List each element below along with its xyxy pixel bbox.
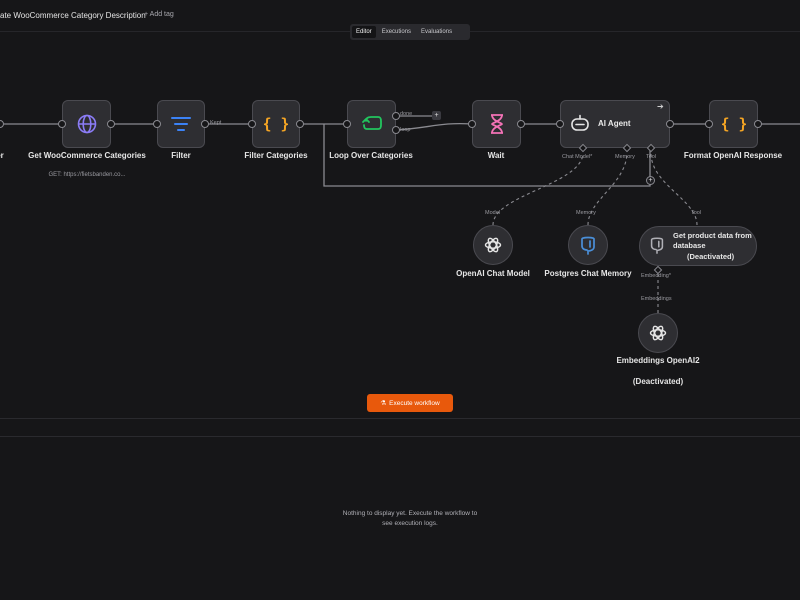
format-response-label: Format OpenAI Response <box>683 151 783 160</box>
loop-label: Loop Over Categories <box>329 151 413 160</box>
trigger-output-port[interactable] <box>0 120 4 128</box>
embeddings-status: (Deactivated) <box>632 377 684 386</box>
openai-icon <box>649 325 667 341</box>
loop-icon <box>361 116 382 130</box>
wait-output-port[interactable] <box>517 120 525 128</box>
tool-conn-label: Tool <box>691 210 702 216</box>
get-categories-node[interactable] <box>62 100 111 148</box>
vector-tool-label: Get product data from database <box>673 231 752 250</box>
chat-model-input-label: Chat Model* <box>562 154 593 160</box>
loop-input-port[interactable] <box>343 120 351 128</box>
ai-agent-label: AI Agent <box>598 119 631 128</box>
flask-icon: ⚗ <box>380 400 387 407</box>
tab-executions[interactable]: Executions <box>378 26 415 38</box>
get-categories-input-port[interactable] <box>58 120 66 128</box>
wait-input-port[interactable] <box>468 120 476 128</box>
chat-memory-label: Postgres Chat Memory <box>544 269 632 278</box>
hourglass-icon <box>490 114 503 134</box>
canvas-divider <box>0 418 800 419</box>
get-categories-subtitle: GET: https://fietsbanden.co... <box>48 172 126 178</box>
add-node-after-done[interactable]: + <box>432 111 441 120</box>
filter-input-port[interactable] <box>153 120 161 128</box>
loop-node[interactable] <box>347 100 396 148</box>
chat-model-node[interactable] <box>473 225 513 265</box>
view-tabs: Editor Executions Evaluations <box>350 24 470 40</box>
ai-agent-output-port[interactable] <box>666 120 674 128</box>
embedding-input-label: Embedding* <box>641 273 671 279</box>
postgres-icon <box>581 236 595 255</box>
ai-agent-input-port[interactable] <box>556 120 564 128</box>
globe-icon <box>77 114 96 134</box>
filter-categories-output-port[interactable] <box>296 120 304 128</box>
logs-empty-message: Nothing to display yet. Execute the work… <box>342 510 478 527</box>
embeddings-conn-label: Embeddings <box>641 296 672 302</box>
memory-input-label: Memory <box>615 154 635 160</box>
execute-workflow-button[interactable]: ⚗ Execute workflow <box>367 394 453 412</box>
add-tag-button[interactable]: + Add tag <box>144 11 174 18</box>
format-response-node[interactable]: { } <box>709 100 758 148</box>
filter-icon <box>171 117 191 131</box>
filter-node[interactable] <box>157 100 205 148</box>
chat-memory-node[interactable] <box>568 225 608 265</box>
filter-categories-node[interactable]: { } <box>252 100 300 148</box>
embeddings-label: Embeddings OpenAI2 <box>616 356 700 365</box>
embeddings-node[interactable] <box>638 313 678 353</box>
wait-node[interactable] <box>472 100 521 148</box>
add-tool-button[interactable]: + <box>646 176 655 185</box>
model-conn-label: Model <box>485 210 500 216</box>
get-categories-output-port[interactable] <box>107 120 115 128</box>
wire-model-agent <box>492 153 584 226</box>
format-response-input-port[interactable] <box>705 120 713 128</box>
loop-done-label: done <box>400 111 413 117</box>
tab-editor[interactable]: Editor <box>352 26 376 38</box>
filter-output-port[interactable] <box>201 120 209 128</box>
code-icon: { } <box>722 115 746 133</box>
memory-conn-label: Memory <box>576 210 596 216</box>
format-response-output-port[interactable] <box>754 120 762 128</box>
wait-label: Wait <box>487 151 505 160</box>
svg-text:{ }: { } <box>264 115 288 133</box>
tab-evaluations[interactable]: Evaluations <box>417 26 456 38</box>
execute-workflow-label: Execute workflow <box>389 399 440 407</box>
robot-icon <box>571 114 589 131</box>
workflow-title[interactable]: ate WooCommerce Category Description <box>0 11 146 20</box>
svg-text:{ }: { } <box>722 115 746 133</box>
openai-icon <box>484 237 502 253</box>
postgres-icon <box>650 237 664 254</box>
filter-kept-label: Kept <box>210 120 222 126</box>
filter-categories-input-port[interactable] <box>248 120 256 128</box>
vector-tool-status: (Deactivated) <box>687 252 735 261</box>
code-icon: { } <box>264 115 288 133</box>
loop-loop-label: loop <box>400 127 411 133</box>
open-arrow-icon[interactable]: ➔ <box>657 102 664 111</box>
loop-loop-port[interactable] <box>392 126 400 134</box>
loop-done-port[interactable] <box>392 112 400 120</box>
tool-input-label: Tool <box>646 154 657 160</box>
